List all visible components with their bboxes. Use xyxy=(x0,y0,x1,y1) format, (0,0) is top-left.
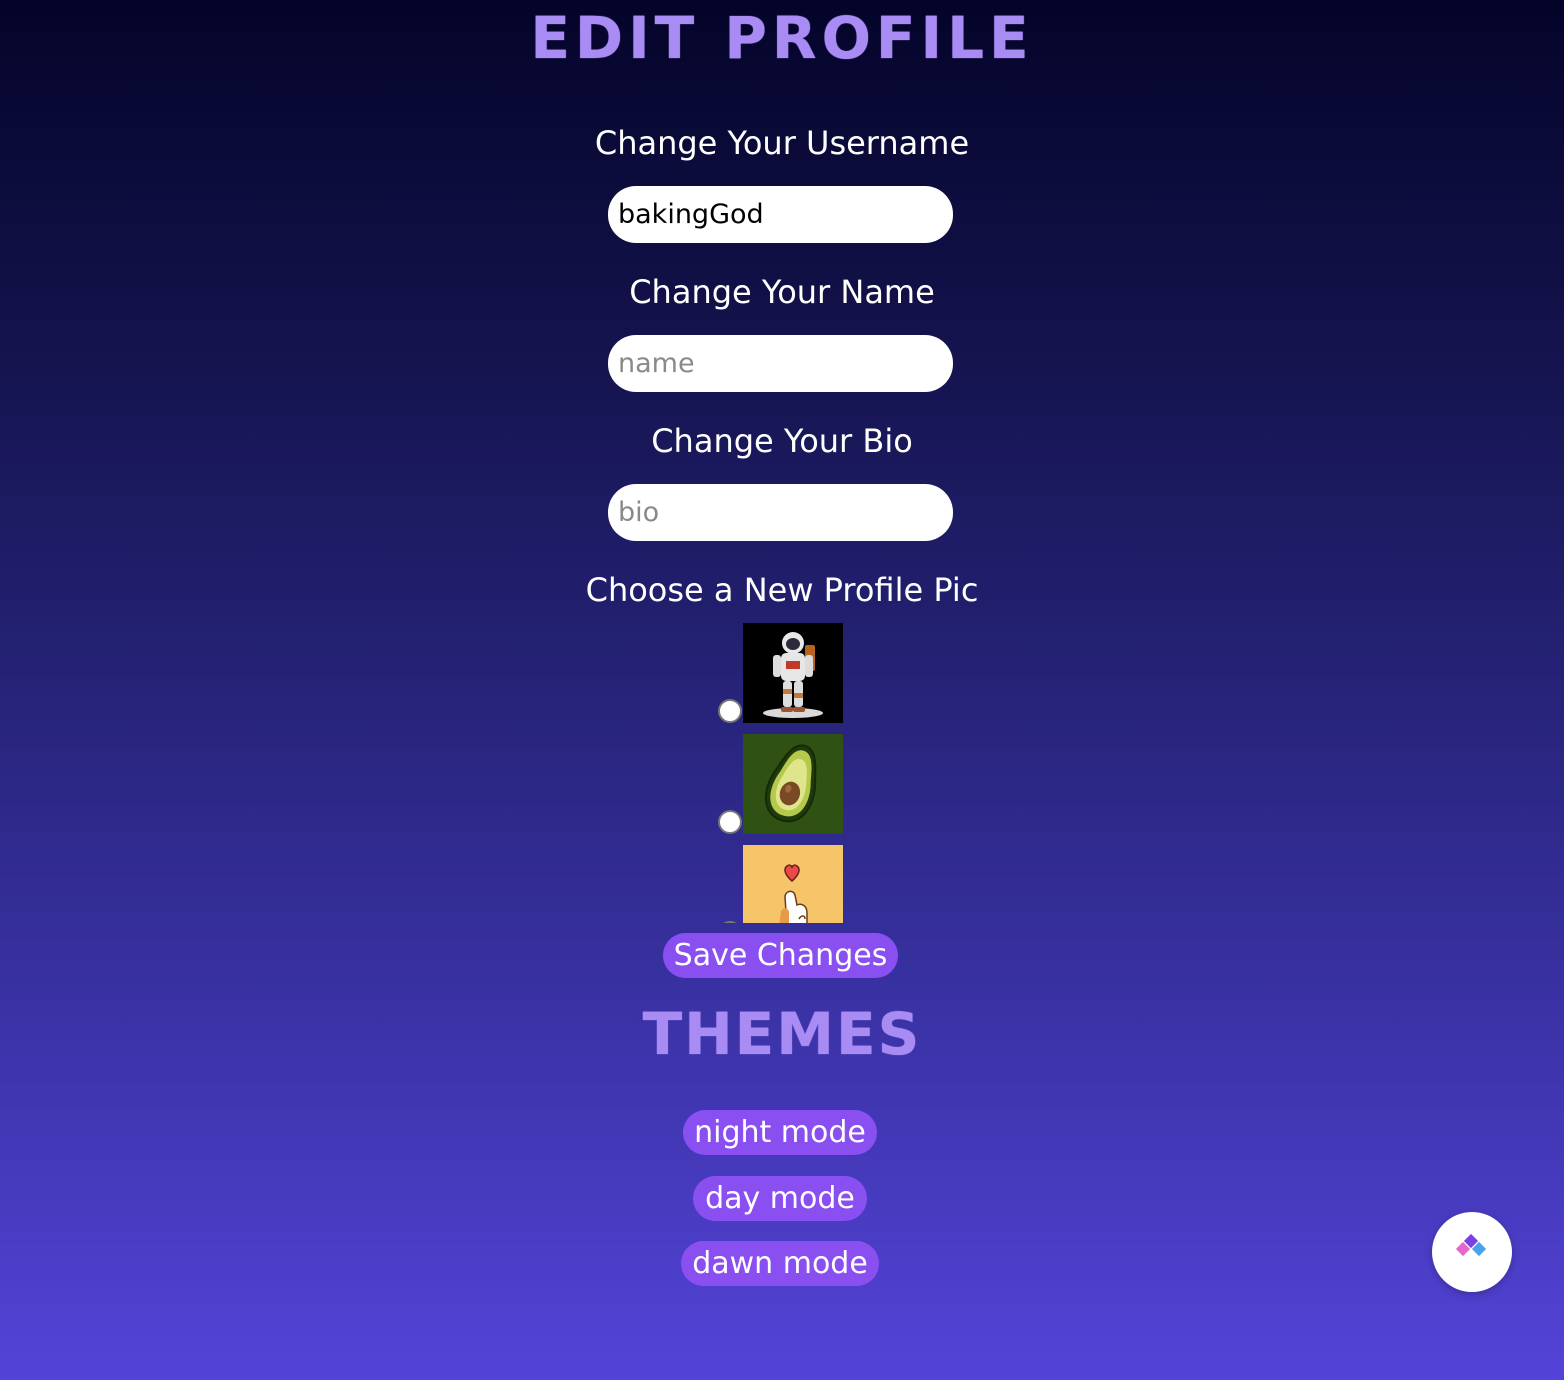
name-input[interactable] xyxy=(608,335,953,392)
diamonds-logo-icon xyxy=(1455,1233,1487,1257)
username-label: Change Your Username xyxy=(594,124,970,162)
page-title: EDIT PROFILE xyxy=(530,4,1034,72)
bio-input[interactable] xyxy=(608,484,953,541)
floating-action-button[interactable] xyxy=(1432,1212,1512,1292)
themes-title: THEMES xyxy=(642,1000,922,1068)
profile-pic-radio-astronaut[interactable] xyxy=(718,699,742,723)
theme-dawn-mode-button[interactable]: dawn mode xyxy=(681,1241,879,1286)
profile-pic-option-astronaut[interactable] xyxy=(715,623,855,723)
astronaut-image[interactable] xyxy=(743,623,843,723)
profile-pic-option-avocado[interactable] xyxy=(715,734,855,834)
profile-pic-label: Choose a New Profile Pic xyxy=(585,571,979,609)
save-button[interactable]: Save Changes xyxy=(663,933,898,978)
bio-label: Change Your Bio xyxy=(651,422,913,460)
profile-pic-option-heart-finger[interactable] xyxy=(715,845,855,923)
avocado-image[interactable] xyxy=(743,734,843,834)
heart-finger-image[interactable] xyxy=(743,845,843,923)
theme-night-mode-button[interactable]: night mode xyxy=(683,1110,877,1155)
profile-pic-options[interactable] xyxy=(715,623,855,923)
profile-pic-radio-heart-finger[interactable] xyxy=(718,921,742,923)
username-input[interactable] xyxy=(608,186,953,243)
profile-pic-radio-avocado[interactable] xyxy=(718,810,742,834)
theme-day-mode-button[interactable]: day mode xyxy=(693,1176,867,1221)
name-label: Change Your Name xyxy=(629,273,935,311)
